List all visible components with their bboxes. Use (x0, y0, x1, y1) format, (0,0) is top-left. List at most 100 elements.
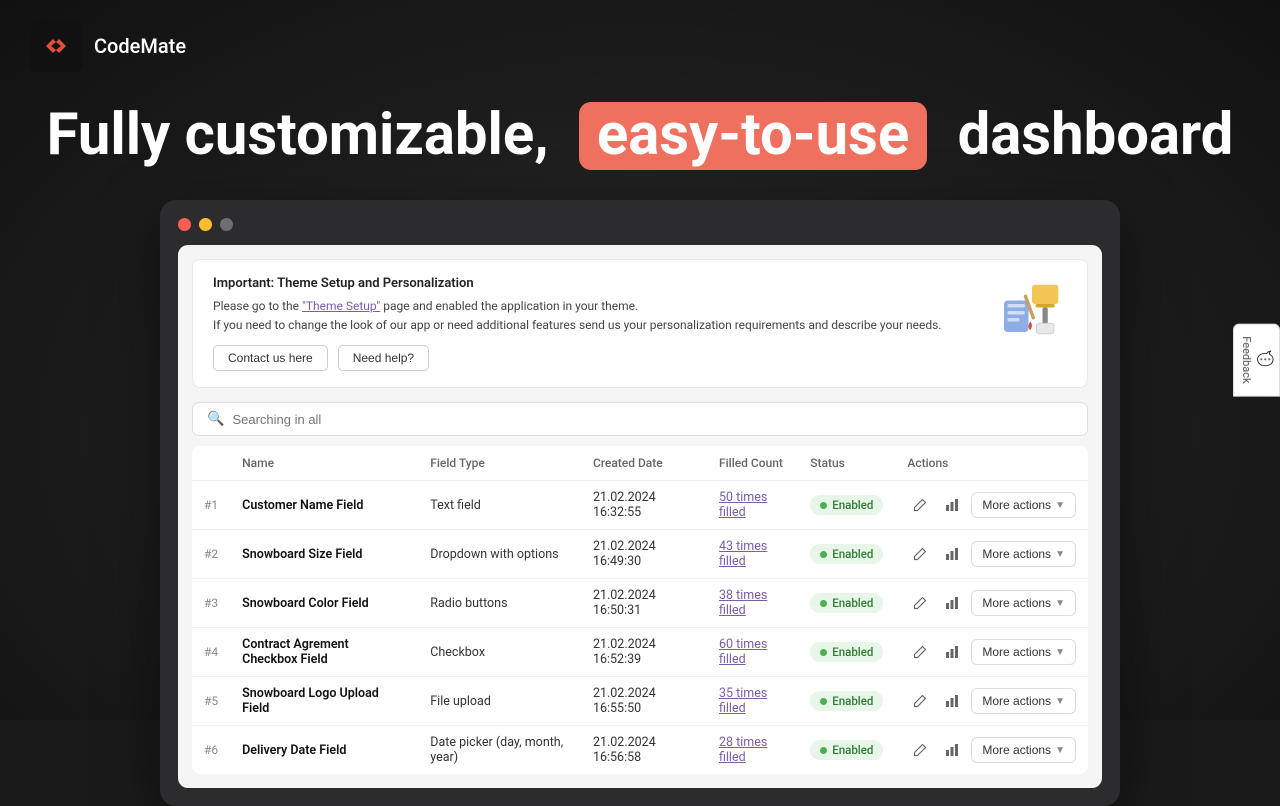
hero-title: Fully customizable, easy-to-use dashboar… (0, 102, 1280, 170)
logo-icon (41, 31, 71, 61)
hero-highlight: easy-to-use (579, 102, 927, 170)
cell-filled-count: 38 times filled (707, 579, 798, 628)
table-body: #1 Customer Name Field Text field 21.02.… (192, 481, 1088, 775)
cell-filled-count: 28 times filled (707, 726, 798, 775)
filled-count-link[interactable]: 38 times filled (719, 588, 767, 618)
filled-count-link[interactable]: 28 times filled (719, 735, 767, 765)
contact-us-button[interactable]: Contact us here (213, 345, 328, 371)
cell-status: Enabled (798, 628, 895, 677)
feedback-tab[interactable]: Feedback 💬 (1233, 323, 1280, 396)
filled-count-link[interactable]: 35 times filled (719, 686, 767, 716)
more-actions-button[interactable]: More actions ▼ (971, 639, 1076, 665)
more-actions-button[interactable]: More actions ▼ (971, 737, 1076, 763)
edit-button[interactable] (907, 590, 933, 616)
chart-button[interactable] (939, 492, 965, 518)
logo-box (30, 20, 82, 72)
search-icon: 🔍 (207, 411, 224, 427)
cell-name: Contract Agrement Checkbox Field (230, 628, 418, 677)
chevron-down-icon: ▼ (1055, 549, 1065, 560)
table-row: #2 Snowboard Size Field Dropdown with op… (192, 530, 1088, 579)
cell-field-type: Checkbox (418, 628, 581, 677)
cell-filled-count: 50 times filled (707, 481, 798, 530)
edit-button[interactable] (907, 639, 933, 665)
cell-created-date: 21.02.2024 16:50:31 (581, 579, 707, 628)
dot-yellow (199, 218, 212, 231)
col-field-type: Field Type (418, 446, 581, 481)
chart-button[interactable] (939, 541, 965, 567)
cell-status: Enabled (798, 677, 895, 726)
action-icons: More actions ▼ (907, 688, 1076, 714)
filled-count-link[interactable]: 43 times filled (719, 539, 767, 569)
table-wrapper: Name Field Type Created Date Filled Coun… (178, 446, 1102, 788)
edit-button[interactable] (907, 737, 933, 763)
cell-name: Delivery Date Field (230, 726, 418, 775)
cell-actions: More actions ▼ (895, 579, 1088, 628)
cell-num: #3 (192, 579, 230, 628)
status-dot (820, 600, 827, 607)
need-help-button[interactable]: Need help? (338, 345, 429, 371)
status-badge: Enabled (810, 495, 883, 515)
cell-num: #5 (192, 677, 230, 726)
cell-filled-count: 60 times filled (707, 628, 798, 677)
cell-created-date: 21.02.2024 16:55:50 (581, 677, 707, 726)
col-created-date: Created Date (581, 446, 707, 481)
more-actions-label: More actions (982, 596, 1051, 610)
cell-created-date: 21.02.2024 16:49:30 (581, 530, 707, 579)
hero-suffix: dashboard (958, 101, 1234, 169)
col-filled-count: Filled Count (707, 446, 798, 481)
chevron-down-icon: ▼ (1055, 500, 1065, 511)
chevron-down-icon: ▼ (1055, 647, 1065, 658)
action-icons: More actions ▼ (907, 639, 1076, 665)
cell-status: Enabled (798, 579, 895, 628)
cell-filled-count: 35 times filled (707, 677, 798, 726)
filled-count-link[interactable]: 60 times filled (719, 637, 767, 667)
cell-field-type: Dropdown with options (418, 530, 581, 579)
chart-button[interactable] (939, 639, 965, 665)
more-actions-label: More actions (982, 694, 1051, 708)
status-dot (820, 551, 827, 558)
status-dot (820, 747, 827, 754)
chart-button[interactable] (939, 737, 965, 763)
more-actions-label: More actions (982, 498, 1051, 512)
data-table: Name Field Type Created Date Filled Coun… (192, 446, 1088, 774)
more-actions-button[interactable]: More actions ▼ (971, 492, 1076, 518)
notice-illustration (997, 276, 1067, 346)
status-dot (820, 502, 827, 509)
cell-status: Enabled (798, 481, 895, 530)
edit-button[interactable] (907, 492, 933, 518)
table-row: #6 Delivery Date Field Date picker (day,… (192, 726, 1088, 775)
notice-text: Please go to the "Theme Setup" page and … (213, 297, 941, 335)
table-row: #1 Customer Name Field Text field 21.02.… (192, 481, 1088, 530)
chevron-down-icon: ▼ (1055, 598, 1065, 609)
cell-created-date: 21.02.2024 16:52:39 (581, 628, 707, 677)
more-actions-button[interactable]: More actions ▼ (971, 541, 1076, 567)
dashboard: Important: Theme Setup and Personalizati… (178, 245, 1102, 788)
more-actions-label: More actions (982, 645, 1051, 659)
table-header: Name Field Type Created Date Filled Coun… (192, 446, 1088, 481)
hero-prefix: Fully customizable, (47, 101, 549, 169)
status-badge: Enabled (810, 691, 883, 711)
more-actions-button[interactable]: More actions ▼ (971, 590, 1076, 616)
cell-num: #6 (192, 726, 230, 775)
cell-actions: More actions ▼ (895, 726, 1088, 775)
col-name: Name (230, 446, 418, 481)
chevron-down-icon: ▼ (1055, 696, 1065, 707)
edit-button[interactable] (907, 688, 933, 714)
search-input[interactable] (232, 412, 1073, 427)
more-actions-button[interactable]: More actions ▼ (971, 688, 1076, 714)
search-box[interactable]: 🔍 (192, 402, 1088, 436)
cell-name: Snowboard Size Field (230, 530, 418, 579)
header: CodeMate (0, 0, 1280, 92)
notice-title: Important: Theme Setup and Personalizati… (213, 276, 941, 291)
notice-link[interactable]: "Theme Setup" (302, 299, 380, 313)
chart-button[interactable] (939, 590, 965, 616)
more-actions-label: More actions (982, 547, 1051, 561)
action-icons: More actions ▼ (907, 541, 1076, 567)
chart-button[interactable] (939, 688, 965, 714)
cell-created-date: 21.02.2024 16:32:55 (581, 481, 707, 530)
action-icons: More actions ▼ (907, 737, 1076, 763)
edit-button[interactable] (907, 541, 933, 567)
col-status: Status (798, 446, 895, 481)
cell-actions: More actions ▼ (895, 530, 1088, 579)
filled-count-link[interactable]: 50 times filled (719, 490, 767, 520)
